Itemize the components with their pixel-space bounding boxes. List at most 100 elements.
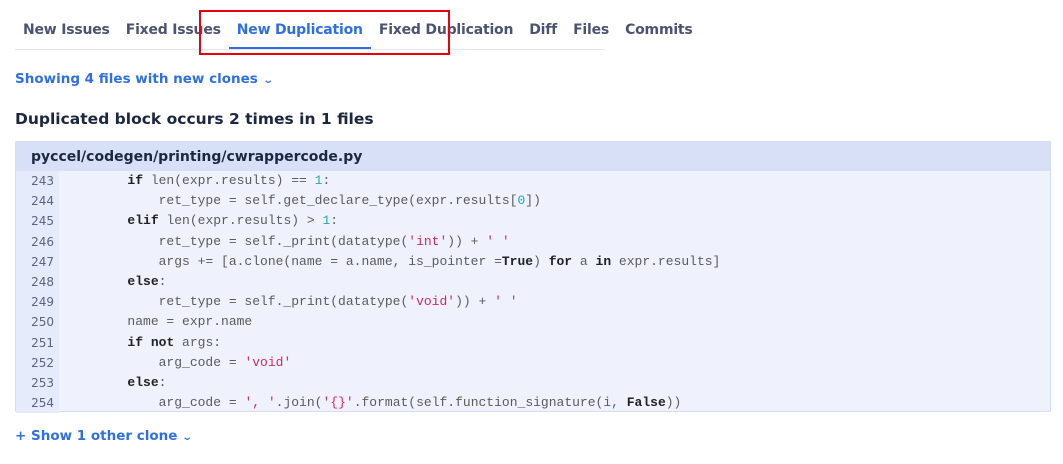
- code-line: 243 if len(expr.results) == 1:: [16, 171, 1050, 191]
- code-token: )) +: [455, 294, 495, 310]
- code-text: name = expr.name: [65, 312, 252, 332]
- code-text: ret_type = self.get_declare_type(expr.re…: [65, 191, 541, 211]
- code-token: ret_type = self._print(datatype(: [65, 233, 409, 249]
- code-token: a: [572, 253, 596, 269]
- code-token: args += [a.clone(name = a.name, is_point…: [65, 253, 502, 269]
- chevron-down-icon: ⌄: [181, 432, 194, 443]
- code-lines: 243 if len(expr.results) == 1: 244 ret_ty…: [16, 171, 1050, 414]
- string-literal: '{}': [322, 395, 354, 411]
- tab-fixed-duplication[interactable]: Fixed Duplication: [371, 14, 521, 49]
- code-line: 251 if not args:: [16, 333, 1050, 353]
- code-token: :: [158, 374, 167, 390]
- code-token: .join(: [275, 395, 323, 411]
- showing-files-dropdown[interactable]: Showing 4 files with new clones ⌄: [15, 71, 274, 87]
- code-token: len(expr.results) ==: [143, 173, 315, 188]
- line-number: 246: [31, 234, 54, 249]
- tab-bar: New Issues Fixed Issues New Duplication …: [15, 14, 693, 50]
- code-line: 245 elif len(expr.results) > 1:: [16, 211, 1050, 231]
- code-text: if not args:: [65, 333, 221, 353]
- line-number: 251: [31, 335, 54, 350]
- line-number: 252: [31, 355, 54, 370]
- keyword: True: [501, 253, 534, 269]
- string-literal: ', ': [244, 395, 276, 411]
- code-token: ret_type = self._print(datatype(: [65, 294, 409, 310]
- code-token: ret_type = self.get_declare_type(expr.re…: [65, 193, 518, 209]
- line-number: 254: [31, 396, 54, 411]
- code-text: arg_code = 'void': [65, 353, 292, 373]
- line-number: 253: [31, 375, 54, 390]
- keyword: for: [548, 253, 573, 269]
- string-literal: 'int': [408, 233, 448, 249]
- code-line: 247 args += [a.clone(name = a.name, is_p…: [16, 252, 1050, 272]
- duplication-heading: Duplicated block occurs 2 times in 1 fil…: [15, 110, 374, 128]
- code-line: 244 ret_type = self.get_declare_type(exp…: [16, 191, 1050, 211]
- code-text: if len(expr.results) == 1:: [65, 171, 330, 191]
- keyword: elif: [127, 213, 159, 229]
- line-number: 245: [31, 214, 54, 229]
- line-number: 247: [31, 254, 54, 269]
- line-number: 249: [31, 295, 54, 310]
- string-literal: 'void': [244, 354, 292, 370]
- string-literal: ' ': [486, 233, 510, 249]
- code-text: elif len(expr.results) > 1:: [65, 211, 338, 231]
- keyword: in: [595, 253, 612, 269]
- code-line: 250 name = expr.name: [16, 312, 1050, 332]
- code-token: args:: [174, 334, 222, 350]
- code-token: len(expr.results) >: [158, 213, 323, 229]
- tab-fixed-issues[interactable]: Fixed Issues: [118, 14, 229, 49]
- tab-new-issues[interactable]: New Issues: [15, 14, 118, 49]
- show-other-clone-button[interactable]: + Show 1 other clone ⌄: [15, 428, 194, 444]
- code-line: 246 ret_type = self._print(datatype('int…: [16, 232, 1050, 252]
- code-text: ret_type = self._print(datatype('int')) …: [65, 232, 510, 252]
- code-token: )) +: [447, 233, 487, 249]
- string-literal: ' ': [494, 294, 518, 310]
- code-line: 252 arg_code = 'void': [16, 353, 1050, 373]
- code-token: :: [322, 173, 331, 188]
- tab-commits[interactable]: Commits: [617, 14, 701, 49]
- chevron-down-icon: ⌄: [262, 75, 274, 86]
- keyword: not: [150, 334, 175, 350]
- tab-new-duplication[interactable]: New Duplication: [228, 14, 371, 49]
- line-number: 243: [31, 174, 54, 188]
- code-text: arg_code = ', '.join('{}'.format(self.fu…: [65, 393, 682, 413]
- code-text: ret_type = self._print(datatype('void'))…: [65, 292, 518, 312]
- line-number: 250: [31, 315, 54, 330]
- keyword: if: [127, 334, 144, 350]
- keyword: else: [127, 273, 159, 289]
- code-token: :: [158, 273, 167, 289]
- code-text: args += [a.clone(name = a.name, is_point…: [65, 252, 721, 272]
- code-token: name = expr.name: [65, 314, 253, 330]
- show-other-clone-label: + Show 1 other clone: [15, 428, 178, 444]
- keyword: if: [127, 173, 144, 188]
- code-text: else:: [65, 272, 166, 292]
- line-number: 244: [31, 194, 54, 209]
- code-token: arg_code =: [65, 354, 245, 370]
- keyword: else: [127, 374, 159, 390]
- line-number: 248: [31, 274, 54, 289]
- code-token: arg_code =: [65, 395, 245, 411]
- code-line: 253 else:: [16, 373, 1050, 393]
- file-path[interactable]: pyccel/codegen/printing/cwrappercode.py: [16, 142, 1050, 171]
- string-literal: 'void': [408, 294, 456, 310]
- code-token: expr.results]: [611, 253, 721, 269]
- code-block: pyccel/codegen/printing/cwrappercode.py …: [15, 141, 1051, 414]
- code-token: ]): [525, 193, 541, 209]
- code-token: ): [533, 253, 549, 269]
- code-line: 249 ret_type = self._print(datatype('voi…: [16, 292, 1050, 312]
- code-text: else:: [65, 373, 166, 393]
- code-line: 248 else:: [16, 272, 1050, 292]
- keyword: False: [626, 395, 666, 411]
- code-token: :: [330, 213, 339, 229]
- code-token: )): [665, 395, 682, 411]
- code-token: .format(self.function_signature(i,: [353, 395, 627, 411]
- tab-files[interactable]: Files: [565, 14, 617, 49]
- tab-diff[interactable]: Diff: [521, 14, 565, 49]
- code-line: 254 arg_code = ', '.join('{}'.format(sel…: [16, 393, 1050, 413]
- showing-files-label: Showing 4 files with new clones: [15, 71, 258, 87]
